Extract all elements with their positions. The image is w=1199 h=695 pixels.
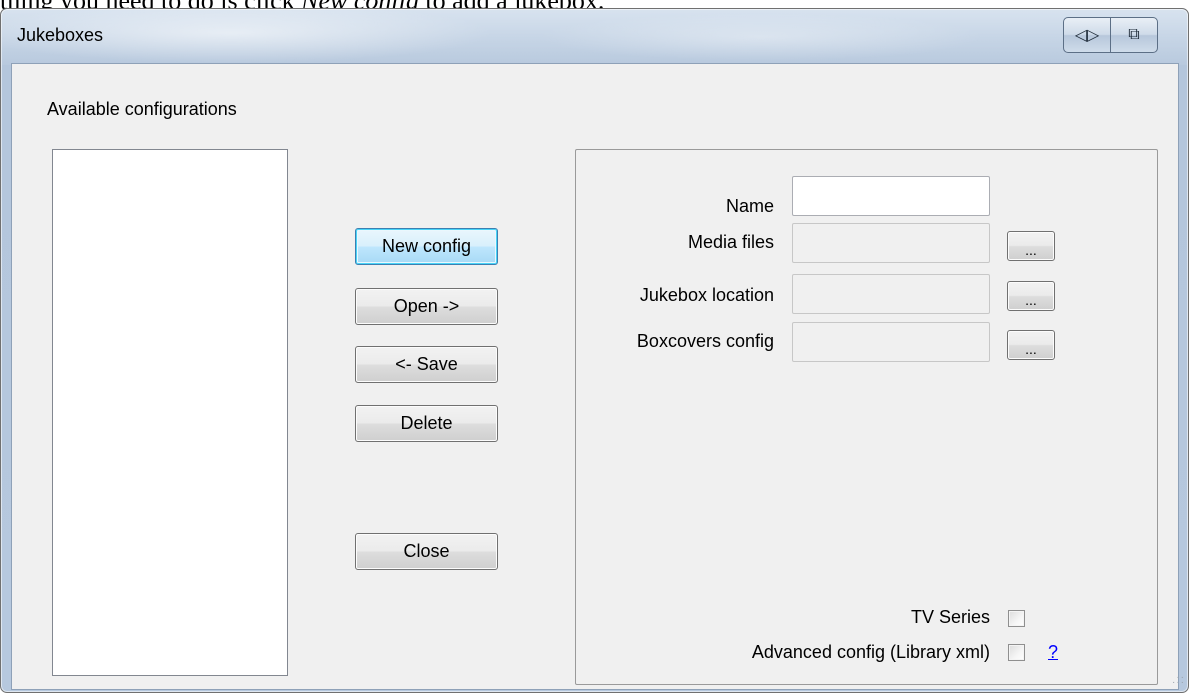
aero-peek-icon[interactable]: ◁▷ bbox=[1064, 18, 1110, 52]
save-button[interactable]: <- Save bbox=[355, 346, 498, 383]
configurations-list[interactable] bbox=[52, 149, 288, 676]
caption-buttons: ◁▷ ⧉ bbox=[1063, 17, 1158, 53]
open-button[interactable]: Open -> bbox=[355, 288, 498, 325]
close-button[interactable]: Close bbox=[355, 533, 498, 570]
name-field[interactable] bbox=[792, 176, 990, 216]
jukebox-location-browse-button[interactable]: ... bbox=[1007, 281, 1055, 311]
boxcovers-config-label: Boxcovers config bbox=[636, 331, 774, 351]
help-link[interactable]: ? bbox=[1048, 642, 1058, 663]
advanced-config-checkbox[interactable] bbox=[1008, 644, 1025, 661]
switch-window-icon[interactable]: ⧉ bbox=[1110, 18, 1157, 52]
boxcovers-config-field[interactable] bbox=[792, 322, 990, 362]
title-bar[interactable] bbox=[1, 9, 1188, 65]
media-files-browse-button[interactable]: ... bbox=[1007, 231, 1055, 261]
jukebox-location-field[interactable] bbox=[792, 274, 990, 314]
new-config-button[interactable]: New config bbox=[355, 228, 498, 265]
tv-series-label: TV Series bbox=[910, 607, 990, 627]
delete-button[interactable]: Delete bbox=[355, 405, 498, 442]
media-files-label: Media files bbox=[687, 232, 774, 252]
resize-grip-icon[interactable]: ·· ··· bbox=[1171, 673, 1185, 689]
boxcovers-config-browse-button[interactable]: ... bbox=[1007, 330, 1055, 360]
tv-series-checkbox[interactable] bbox=[1008, 610, 1025, 627]
name-label: Name bbox=[725, 196, 774, 216]
media-files-field[interactable] bbox=[792, 223, 990, 263]
available-configurations-label: Available configurations bbox=[47, 99, 237, 119]
advanced-config-label: Advanced config (Library xml) bbox=[751, 642, 990, 662]
jukebox-location-label: Jukebox location bbox=[639, 285, 774, 305]
window-title: Jukeboxes bbox=[17, 25, 104, 45]
